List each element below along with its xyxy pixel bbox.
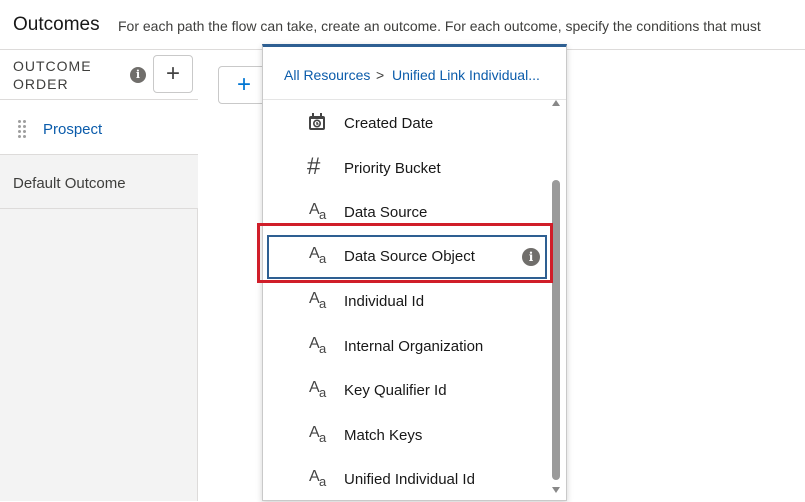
outcomes-header: Outcomes For each path the flow can take… <box>0 0 805 50</box>
outcome-order-panel: OUTCOME ORDER i + Prospect Default Outco… <box>0 50 198 501</box>
breadcrumb-separator: > <box>376 67 385 83</box>
outcome-label: Prospect <box>43 121 103 138</box>
text-icon: Aa <box>309 335 327 356</box>
page-description: For each path the flow can take, create … <box>118 18 761 34</box>
outcome-order-header: OUTCOME ORDER i + <box>0 50 198 100</box>
resource-item-label: Priority Bucket <box>344 160 441 177</box>
resource-item-internal-organization[interactable]: Aa Internal Organization <box>263 325 549 369</box>
outcome-item-default[interactable]: Default Outcome <box>0 155 198 209</box>
resource-item-unified-individual-id[interactable]: Aa Unified Individual Id <box>263 458 549 502</box>
breadcrumb-current[interactable]: Unified Link Individual... <box>392 67 540 83</box>
breadcrumb-all-resources[interactable]: All Resources <box>284 67 370 83</box>
outcome-label: Default Outcome <box>13 175 126 192</box>
text-icon: Aa <box>309 201 327 222</box>
outcome-order-label: OUTCOME ORDER <box>13 58 92 92</box>
text-icon: Aa <box>309 379 327 400</box>
text-icon: Aa <box>309 424 327 445</box>
resource-item-individual-id[interactable]: Aa Individual Id <box>263 280 549 324</box>
resource-item-priority-bucket[interactable]: # Priority Bucket <box>263 147 549 191</box>
resource-item-match-keys[interactable]: Aa Match Keys <box>263 414 549 458</box>
resource-item-label: Internal Organization <box>344 338 484 355</box>
add-outcome-button[interactable]: + <box>153 55 193 93</box>
resource-item-label: Created Date <box>344 115 434 132</box>
resource-item-label: Individual Id <box>344 293 425 310</box>
calendar-icon <box>307 112 331 134</box>
scrollbar-thumb[interactable] <box>552 180 560 480</box>
scroll-down-arrow-icon[interactable] <box>552 487 560 493</box>
outcome-item-prospect[interactable]: Prospect <box>0 100 198 155</box>
add-condition-button[interactable]: + <box>218 66 266 104</box>
page-title: Outcomes <box>13 14 100 35</box>
resource-item-label: Data Source <box>344 204 428 221</box>
resource-item-label: Match Keys <box>344 427 423 444</box>
text-icon: Aa <box>309 290 327 311</box>
resource-item-key-qualifier-id[interactable]: Aa Key Qualifier Id <box>263 369 549 413</box>
scroll-up-arrow-icon[interactable] <box>552 100 560 106</box>
highlight-annotation-box <box>257 223 553 283</box>
number-icon: # <box>307 153 321 180</box>
info-icon[interactable]: i <box>130 67 146 83</box>
drag-handle-icon[interactable] <box>18 120 26 138</box>
resource-item-created-date[interactable]: Created Date <box>263 102 549 146</box>
resource-item-label: Unified Individual Id <box>344 471 475 488</box>
resource-item-label: Key Qualifier Id <box>344 382 447 399</box>
text-icon: Aa <box>309 468 327 489</box>
breadcrumb: All Resources > Unified Link Individual.… <box>263 47 566 100</box>
